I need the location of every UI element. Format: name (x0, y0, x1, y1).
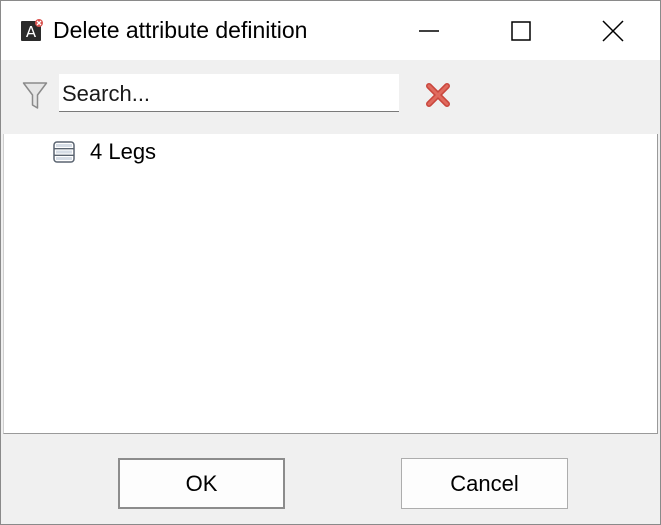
minimize-icon (419, 29, 439, 32)
dialog-window: A Delete attribute definition Search... … (0, 0, 661, 525)
close-button[interactable] (567, 1, 659, 60)
attribute-definition-icon (53, 141, 75, 163)
app-attribute-icon: A (21, 19, 43, 41)
minimize-button[interactable] (383, 1, 475, 60)
filter-icon (22, 82, 48, 109)
maximize-button[interactable] (475, 1, 567, 60)
search-input[interactable] (59, 74, 399, 112)
list-item-label: 4 Legs (90, 139, 157, 164)
list-item[interactable]: 4 Legs (52, 137, 156, 167)
attribute-list[interactable]: 4 Legs (3, 134, 658, 434)
cancel-button[interactable]: Cancel (401, 458, 568, 509)
window-title: Delete attribute definition (53, 17, 308, 43)
filter-toolbar (1, 60, 660, 134)
maximize-icon (511, 20, 531, 41)
clear-search-button[interactable] (425, 82, 451, 108)
ok-button[interactable]: OK (118, 458, 285, 509)
svg-text:A: A (26, 23, 37, 41)
title-bar[interactable]: A Delete attribute definition (1, 1, 660, 60)
close-icon (602, 19, 624, 42)
